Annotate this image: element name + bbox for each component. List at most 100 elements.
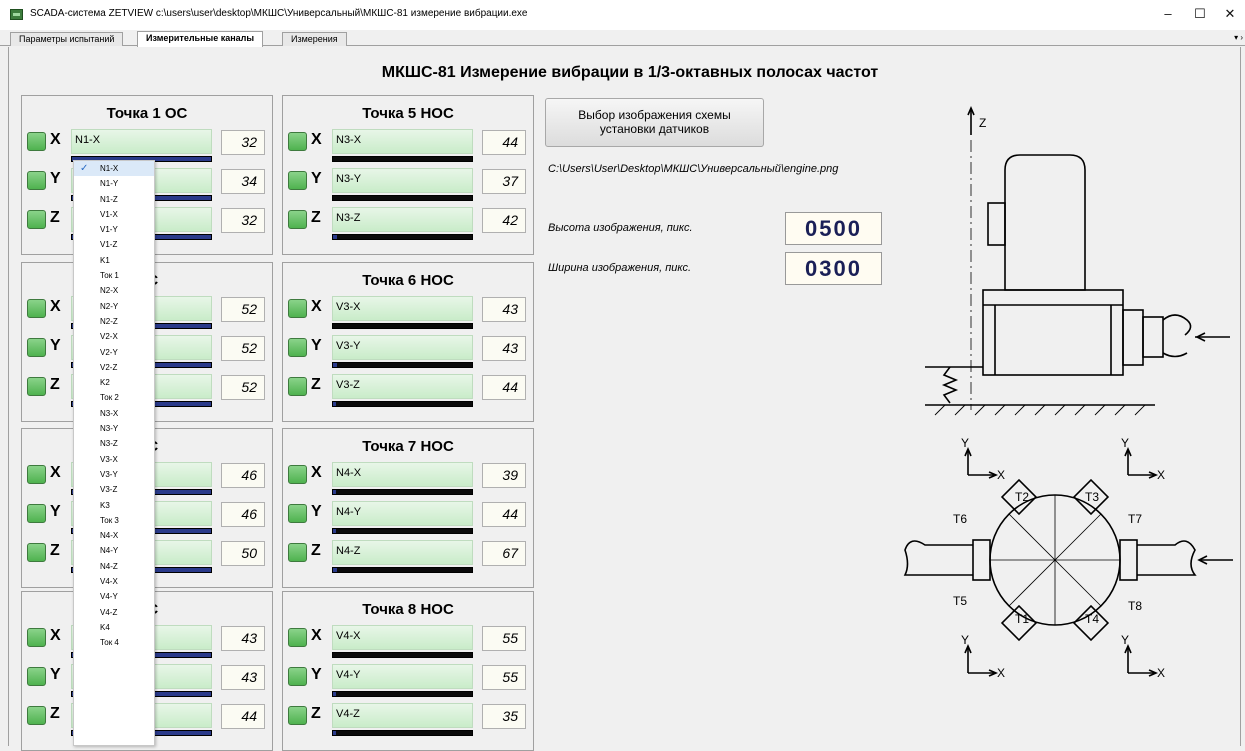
dropdown-option[interactable]: N4-X (74, 528, 154, 543)
height-label: Высота изображения, пикс. (548, 222, 693, 234)
dropdown-option[interactable]: N2-Z (74, 314, 154, 329)
dropdown-option[interactable]: N1-Y (74, 176, 154, 191)
channel-select[interactable]: N1-X (71, 129, 212, 154)
channel-enable-toggle[interactable] (288, 667, 307, 686)
channel-enable-toggle[interactable] (288, 706, 307, 725)
tab-test-parameters[interactable]: Параметры испытаний (10, 32, 124, 46)
dropdown-option-label: N3-X (100, 408, 119, 418)
level-bar-fill (333, 363, 338, 367)
channel-enable-toggle[interactable] (27, 628, 46, 647)
dropdown-option[interactable]: N3-Z (74, 436, 154, 451)
channel-row: X N3-X 44 (283, 128, 533, 168)
channel-enable-toggle[interactable] (288, 377, 307, 396)
dropdown-option[interactable]: N2-Y (74, 299, 154, 314)
channel-select[interactable]: V4-Y (332, 664, 473, 689)
dropdown-option[interactable]: N1-Z (74, 192, 154, 207)
dropdown-option[interactable]: K1 (74, 253, 154, 268)
minimize-button[interactable]: – (1153, 4, 1183, 24)
channel-enable-toggle[interactable] (27, 667, 46, 686)
axis-label: Y (311, 337, 322, 354)
channel-select[interactable]: V3-X (332, 296, 473, 321)
channel-enable-toggle[interactable] (27, 377, 46, 396)
dropdown-option[interactable]: Ток 4 (74, 635, 154, 650)
height-input[interactable]: 0500 (785, 212, 882, 245)
channel-row: Z V3-Z 44 (283, 373, 533, 413)
dropdown-option-label: Ток 4 (100, 638, 119, 648)
dropdown-option[interactable]: N3-X (74, 406, 154, 421)
dropdown-option[interactable]: N3-Y (74, 421, 154, 436)
channel-enable-toggle[interactable] (288, 465, 307, 484)
level-value: 43 (482, 336, 526, 361)
channel-enable-toggle[interactable] (27, 504, 46, 523)
level-value: 44 (482, 502, 526, 527)
dropdown-option[interactable]: ✓ N1-X (74, 161, 154, 177)
channel-select[interactable]: N3-Y (332, 168, 473, 193)
dropdown-option-label: V2-X (100, 332, 118, 342)
sensor-label-t5: T5 (953, 594, 967, 608)
channel-enable-toggle[interactable] (288, 543, 307, 562)
dropdown-option[interactable]: K3 (74, 498, 154, 513)
dropdown-option[interactable]: N2-X (74, 283, 154, 298)
channel-select[interactable]: V3-Z (332, 374, 473, 399)
dropdown-option[interactable]: V3-Z (74, 482, 154, 497)
channel-select[interactable]: N4-Y (332, 501, 473, 526)
maximize-button[interactable]: ☐ (1185, 4, 1215, 24)
channel-enable-toggle[interactable] (27, 299, 46, 318)
channel-enable-toggle[interactable] (288, 132, 307, 151)
channel-enable-toggle[interactable] (288, 338, 307, 357)
dropdown-option[interactable]: V1-Z (74, 237, 154, 252)
dropdown-option[interactable]: N4-Y (74, 543, 154, 558)
channel-select[interactable]: V3-Y (332, 335, 473, 360)
select-image-button[interactable]: Выбор изображения схемы установки датчик… (545, 98, 764, 147)
axis-label: X (311, 298, 322, 315)
dropdown-option[interactable]: V2-Z (74, 360, 154, 375)
dropdown-option-label: V1-X (100, 209, 118, 219)
channel-select[interactable]: N3-X (332, 129, 473, 154)
channel-dropdown-list[interactable]: ✓ N1-X N1-Y N1-Z V1-X V1-Y V1-Z K1 Ток 1 N2-X N2-Y… (73, 160, 155, 746)
tab-measurement-channels[interactable]: Измерительные каналы (137, 31, 264, 47)
dropdown-option[interactable]: V2-X (74, 329, 154, 344)
dropdown-option[interactable]: Ток 3 (74, 513, 154, 528)
dropdown-option[interactable]: K2 (74, 375, 154, 390)
channel-enable-toggle[interactable] (288, 299, 307, 318)
dropdown-option[interactable]: V2-Y (74, 345, 154, 360)
dropdown-option[interactable]: V3-X (74, 452, 154, 467)
channel-enable-toggle[interactable] (288, 628, 307, 647)
level-bar-fill (333, 568, 338, 572)
dropdown-option[interactable]: V4-X (74, 574, 154, 589)
close-button[interactable]: ✕ (1215, 4, 1245, 24)
dropdown-option[interactable]: V1-X (74, 207, 154, 222)
channel-enable-toggle[interactable] (27, 543, 46, 562)
dropdown-option[interactable]: K4 (74, 620, 154, 635)
dropdown-option[interactable]: V4-Z (74, 605, 154, 620)
channel-select[interactable]: N4-Z (332, 540, 473, 565)
channel-select[interactable]: N3-Z (332, 207, 473, 232)
channel-select[interactable]: V4-X (332, 625, 473, 650)
dropdown-option-label: V4-X (100, 577, 118, 587)
channel-enable-toggle[interactable] (27, 132, 46, 151)
channel-select[interactable]: V4-Z (332, 703, 473, 728)
dropdown-option[interactable]: Ток 1 (74, 268, 154, 283)
axis-label: X (50, 627, 61, 644)
width-input[interactable]: 0300 (785, 252, 882, 285)
dropdown-option[interactable]: V1-Y (74, 222, 154, 237)
dropdown-option[interactable]: V3-Y (74, 467, 154, 482)
dropdown-option[interactable]: N4-Z (74, 559, 154, 574)
channel-enable-toggle[interactable] (27, 338, 46, 357)
channel-enable-toggle[interactable] (288, 210, 307, 229)
channel-enable-toggle[interactable] (288, 171, 307, 190)
dropdown-option-label: V3-X (100, 454, 118, 464)
dropdown-option[interactable]: Ток 2 (74, 390, 154, 405)
channel-enable-toggle[interactable] (288, 504, 307, 523)
channel-select[interactable]: N4-X (332, 462, 473, 487)
channel-enable-toggle[interactable] (27, 210, 46, 229)
level-bar (332, 567, 473, 573)
tab-overflow-icon[interactable]: ▾ › (1234, 33, 1243, 42)
channel-enable-toggle[interactable] (27, 706, 46, 725)
channel-enable-toggle[interactable] (27, 465, 46, 484)
axis-label: Z (311, 705, 321, 722)
channel-enable-toggle[interactable] (27, 171, 46, 190)
dropdown-option[interactable]: V4-Y (74, 589, 154, 604)
level-value: 52 (221, 297, 265, 322)
tab-measurements[interactable]: Измерения (282, 32, 347, 46)
